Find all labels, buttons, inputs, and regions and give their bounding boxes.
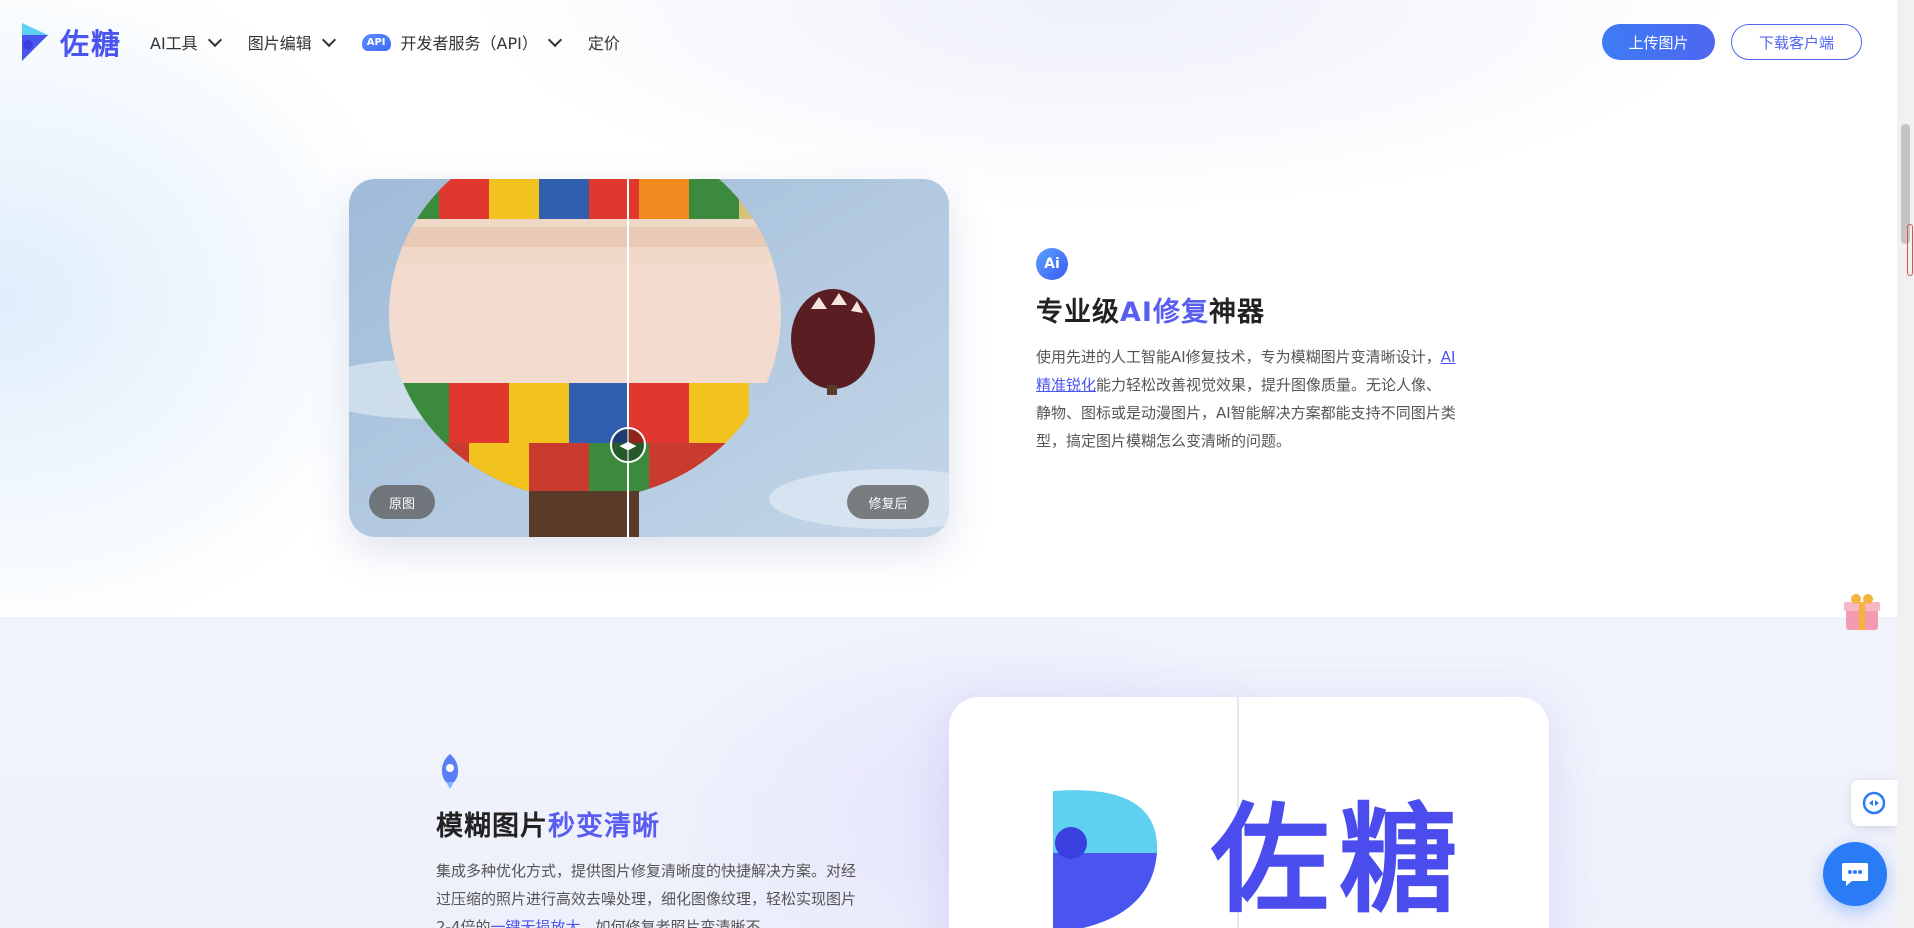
brand-logo[interactable]: 佐糖 bbox=[18, 21, 122, 63]
nav-developer-api[interactable]: API 开发者服务（API） bbox=[361, 30, 562, 54]
feature-ai-restore: Ai 专业级AI修复神器 使用先进的人工智能AI修复技术，专为模糊图片变清晰设计… bbox=[1036, 248, 1456, 455]
main-nav: AI工具 图片编辑 API 开发者服务（API） 定价 bbox=[150, 30, 620, 54]
chevron-down-icon bbox=[321, 32, 336, 47]
rocket-icon bbox=[441, 754, 459, 789]
comparison-slider-handle[interactable]: ◀▶ bbox=[610, 427, 646, 463]
title-prefix: 模糊图片 bbox=[436, 811, 548, 842]
support-widget[interactable] bbox=[1851, 780, 1897, 826]
feature-title: 专业级AI修复神器 bbox=[1036, 290, 1456, 329]
nav-pricing-label: 定价 bbox=[587, 34, 620, 53]
nav-image-edit-label: 图片编辑 bbox=[247, 34, 312, 53]
desc-text: 能力轻松改善视觉效果，提升图像质量。无论人像、静物、图标或是动漫图片，AI智能解… bbox=[1036, 376, 1456, 450]
upload-image-button[interactable]: 上传图片 bbox=[1602, 24, 1715, 60]
ai-icon: Ai bbox=[1036, 248, 1068, 280]
comparison-divider bbox=[627, 179, 629, 537]
brand-logo-large-icon bbox=[1053, 790, 1158, 928]
original-label: 原图 bbox=[369, 485, 435, 519]
brand-logo-icon bbox=[22, 23, 48, 61]
before-after-comparison[interactable]: ◀▶ 原图 修复后 bbox=[349, 179, 949, 537]
chat-button[interactable] bbox=[1823, 842, 1887, 906]
chevron-down-icon bbox=[547, 32, 562, 47]
title-suffix: 神器 bbox=[1208, 297, 1265, 328]
feature-title: 模糊图片秒变清晰 bbox=[436, 804, 856, 843]
nav-ai-tools[interactable]: AI工具 bbox=[150, 30, 222, 54]
refresh-chat-icon bbox=[1862, 791, 1886, 815]
hero-background bbox=[0, 0, 1914, 617]
title-highlight: AI修复 bbox=[1120, 297, 1209, 328]
nav-image-edit[interactable]: 图片编辑 bbox=[247, 30, 336, 54]
chevron-down-icon bbox=[207, 32, 222, 47]
desc-text: 使用先进的人工智能AI修复技术，专为模糊图片变清晰设计， bbox=[1036, 348, 1441, 366]
balloon-photo bbox=[349, 179, 949, 537]
api-cloud-icon: API bbox=[361, 33, 391, 51]
lossless-upscale-link[interactable]: 一键无损放大 bbox=[491, 918, 581, 928]
title-prefix: 专业级 bbox=[1036, 297, 1120, 328]
chat-bubble-icon bbox=[1842, 863, 1868, 886]
nav-developer-api-label: 开发者服务（API） bbox=[400, 34, 538, 53]
feature-description: 使用先进的人工智能AI修复技术，专为模糊图片变清晰设计，AI精准锐化能力轻松改善… bbox=[1036, 343, 1456, 455]
desc-text: ，如何修复老照片变清晰不 bbox=[580, 918, 761, 928]
gift-icon[interactable] bbox=[1840, 590, 1884, 634]
logo-comparison-card[interactable]: 佐糖 bbox=[949, 697, 1549, 928]
feature-blur-to-clear: 模糊图片秒变清晰 集成多种优化方式，提供图片修复清晰度的快捷解决方案。对经过压缩… bbox=[436, 752, 856, 928]
nav-pricing[interactable]: 定价 bbox=[588, 30, 620, 54]
card-brand-text: 佐糖 bbox=[1211, 791, 1468, 928]
restored-label: 修复后 bbox=[847, 485, 929, 519]
title-highlight: 秒变清晰 bbox=[548, 811, 660, 842]
feature-description: 集成多种优化方式，提供图片修复清晰度的快捷解决方案。对经过压缩的照片进行高效去噪… bbox=[436, 857, 856, 928]
brand-name: 佐糖 bbox=[60, 27, 123, 61]
download-client-button[interactable]: 下载客户端 bbox=[1731, 24, 1862, 60]
page-scrollbar[interactable] bbox=[1897, 0, 1914, 928]
scrollbar-marker bbox=[1907, 224, 1913, 276]
nav-ai-tools-label: AI工具 bbox=[150, 34, 198, 53]
